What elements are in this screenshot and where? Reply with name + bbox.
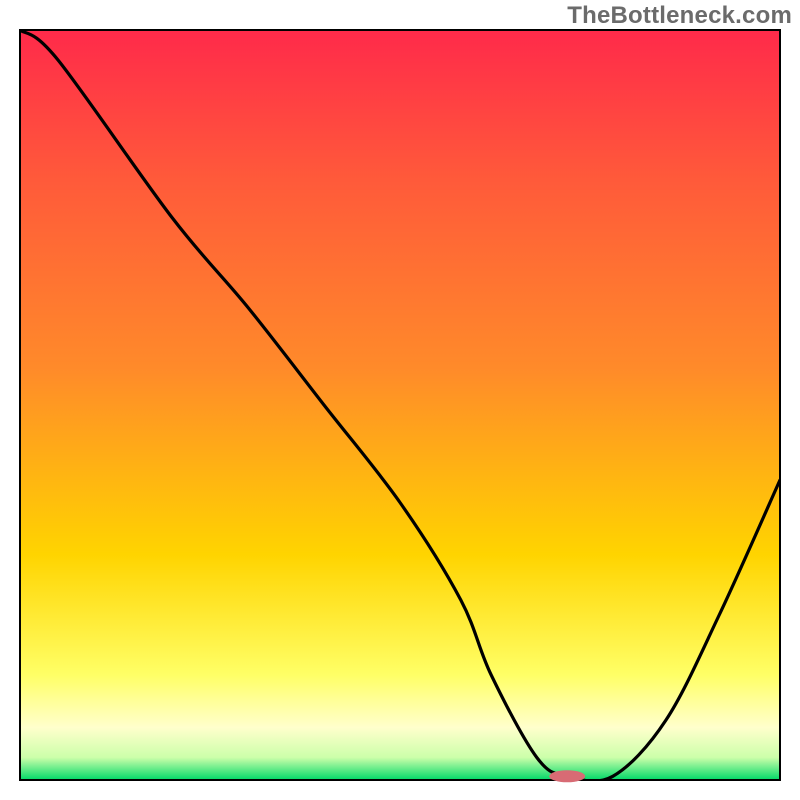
chart-wrap: TheBottleneck.com — [0, 0, 800, 800]
chart-svg — [0, 0, 800, 800]
optimum-marker — [549, 770, 585, 782]
attribution-text: TheBottleneck.com — [567, 2, 792, 30]
plot-background — [20, 30, 780, 780]
